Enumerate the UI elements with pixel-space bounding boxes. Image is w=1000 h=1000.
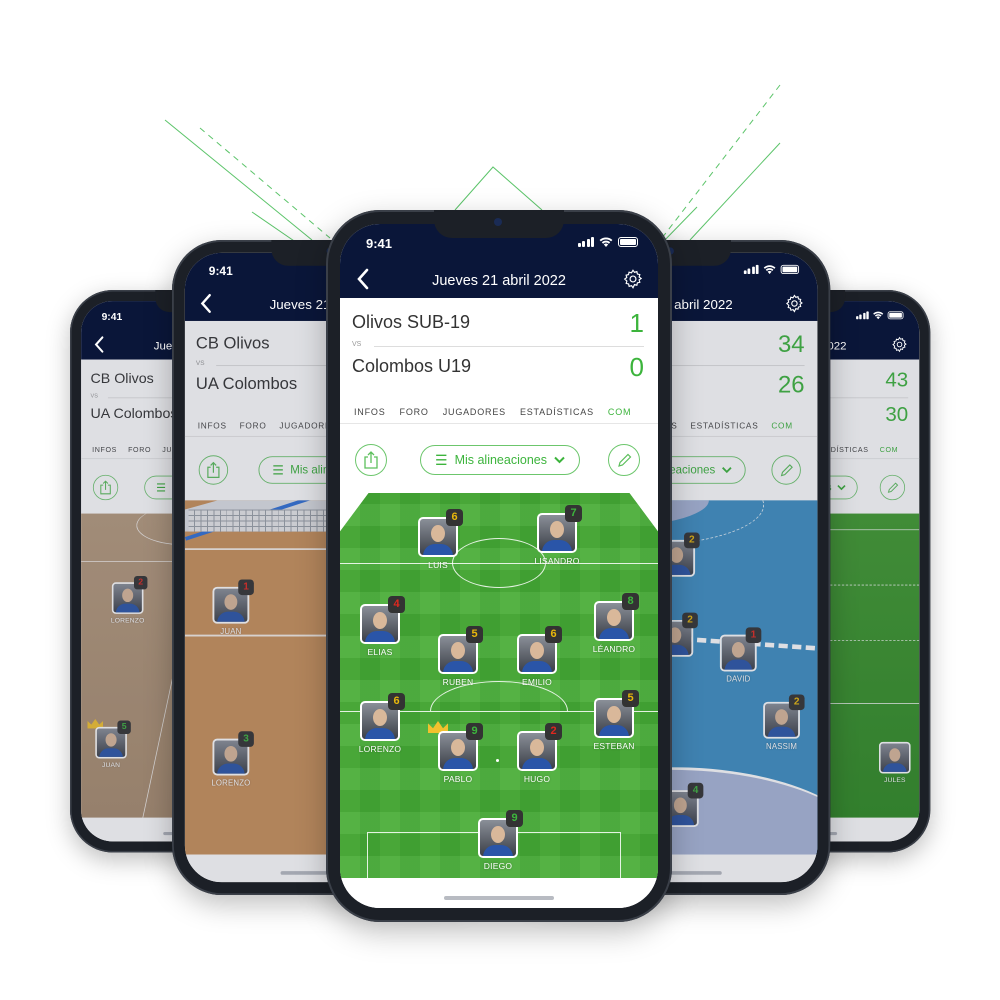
rating-badge: 9 xyxy=(466,723,483,740)
player-token[interactable]: 4 ELIAS xyxy=(350,596,410,657)
player-token[interactable]: 6 LORENZO xyxy=(350,693,410,754)
player-token[interactable]: 5 RUBEN xyxy=(428,626,488,687)
home-indicator xyxy=(444,896,554,900)
rating-badge: 5 xyxy=(622,690,639,707)
rating-badge: 4 xyxy=(388,596,405,613)
screen: 9:41 Jueves 21 abril 2022 Olivos SUB-19 … xyxy=(340,224,658,908)
player-name: RUBEN xyxy=(442,677,474,687)
avatar xyxy=(878,741,911,774)
player-token[interactable]: 7 LISANDRO xyxy=(527,505,587,566)
player-token[interactable]: 8 LÉANDRO xyxy=(584,593,644,654)
notch xyxy=(434,210,564,238)
rating-badge: 2 xyxy=(682,612,698,629)
player-name: LORENZO xyxy=(358,744,402,754)
player-name: JULES xyxy=(883,775,906,784)
player-name: LISANDRO xyxy=(534,556,580,566)
rating-badge: 3 xyxy=(238,731,254,747)
player-name: DAVID xyxy=(726,674,751,684)
player-token[interactable]: 1 JUAN xyxy=(203,579,258,636)
player-token[interactable]: 5 JUAN xyxy=(87,718,134,769)
player-token[interactable]: JULES xyxy=(871,741,918,784)
rating-badge: 5 xyxy=(117,720,131,734)
player-token[interactable]: 3 LORENZO xyxy=(203,731,258,788)
rating-badge: 5 xyxy=(466,626,483,643)
rating-badge: 2 xyxy=(545,723,562,740)
rating-badge: 6 xyxy=(446,509,463,526)
player-name: LÉANDRO xyxy=(592,644,636,654)
player-name: LORENZO xyxy=(110,616,145,625)
rating-badge: 1 xyxy=(238,579,254,596)
player-token[interactable]: 6 EMILIO xyxy=(507,626,567,687)
player-name: ELIAS xyxy=(367,647,393,657)
player-name: JUAN xyxy=(220,626,242,636)
rating-badge: 2 xyxy=(788,694,805,711)
player-token[interactable]: 2 LORENZO xyxy=(104,575,151,625)
player-token[interactable]: 9 DIEGO xyxy=(468,810,528,871)
player-name: LORENZO xyxy=(211,778,251,788)
player-token[interactable]: 2 NASSIM xyxy=(754,694,809,751)
player-token[interactable]: 9 PABLO xyxy=(428,721,488,784)
rating-badge: 6 xyxy=(545,626,562,643)
player-name: NASSIM xyxy=(766,741,798,751)
player-token[interactable]: 6 LUIS xyxy=(408,509,468,570)
player-token[interactable]: 1 DAVID xyxy=(711,627,766,684)
player-name: PABLO xyxy=(443,774,473,784)
player-token[interactable]: 2 HUGO xyxy=(507,723,567,784)
rating-badge: 4 xyxy=(687,782,704,799)
lineup-players: 6 LUIS 7 LISANDRO 4 ELIAS 8 LÉANDRO 5 RU… xyxy=(340,224,658,908)
rating-badge: 7 xyxy=(565,505,582,522)
player-name: ESTEBAN xyxy=(593,741,635,751)
rating-badge: 2 xyxy=(133,575,148,590)
rating-badge: 1 xyxy=(745,627,762,643)
player-name: HUGO xyxy=(523,774,551,784)
player-name: DIEGO xyxy=(483,861,513,871)
rating-badge: 2 xyxy=(684,532,700,549)
rating-badge: 9 xyxy=(506,810,523,827)
rating-badge: 6 xyxy=(388,693,405,710)
player-name: JUAN xyxy=(101,760,121,769)
player-token[interactable]: 5 ESTEBAN xyxy=(584,690,644,751)
player-name: EMILIO xyxy=(521,677,552,687)
phone-football: 9:41 Jueves 21 abril 2022 Olivos SUB-19 … xyxy=(326,210,672,922)
rating-badge: 8 xyxy=(622,593,639,610)
player-name: LUIS xyxy=(428,560,448,570)
